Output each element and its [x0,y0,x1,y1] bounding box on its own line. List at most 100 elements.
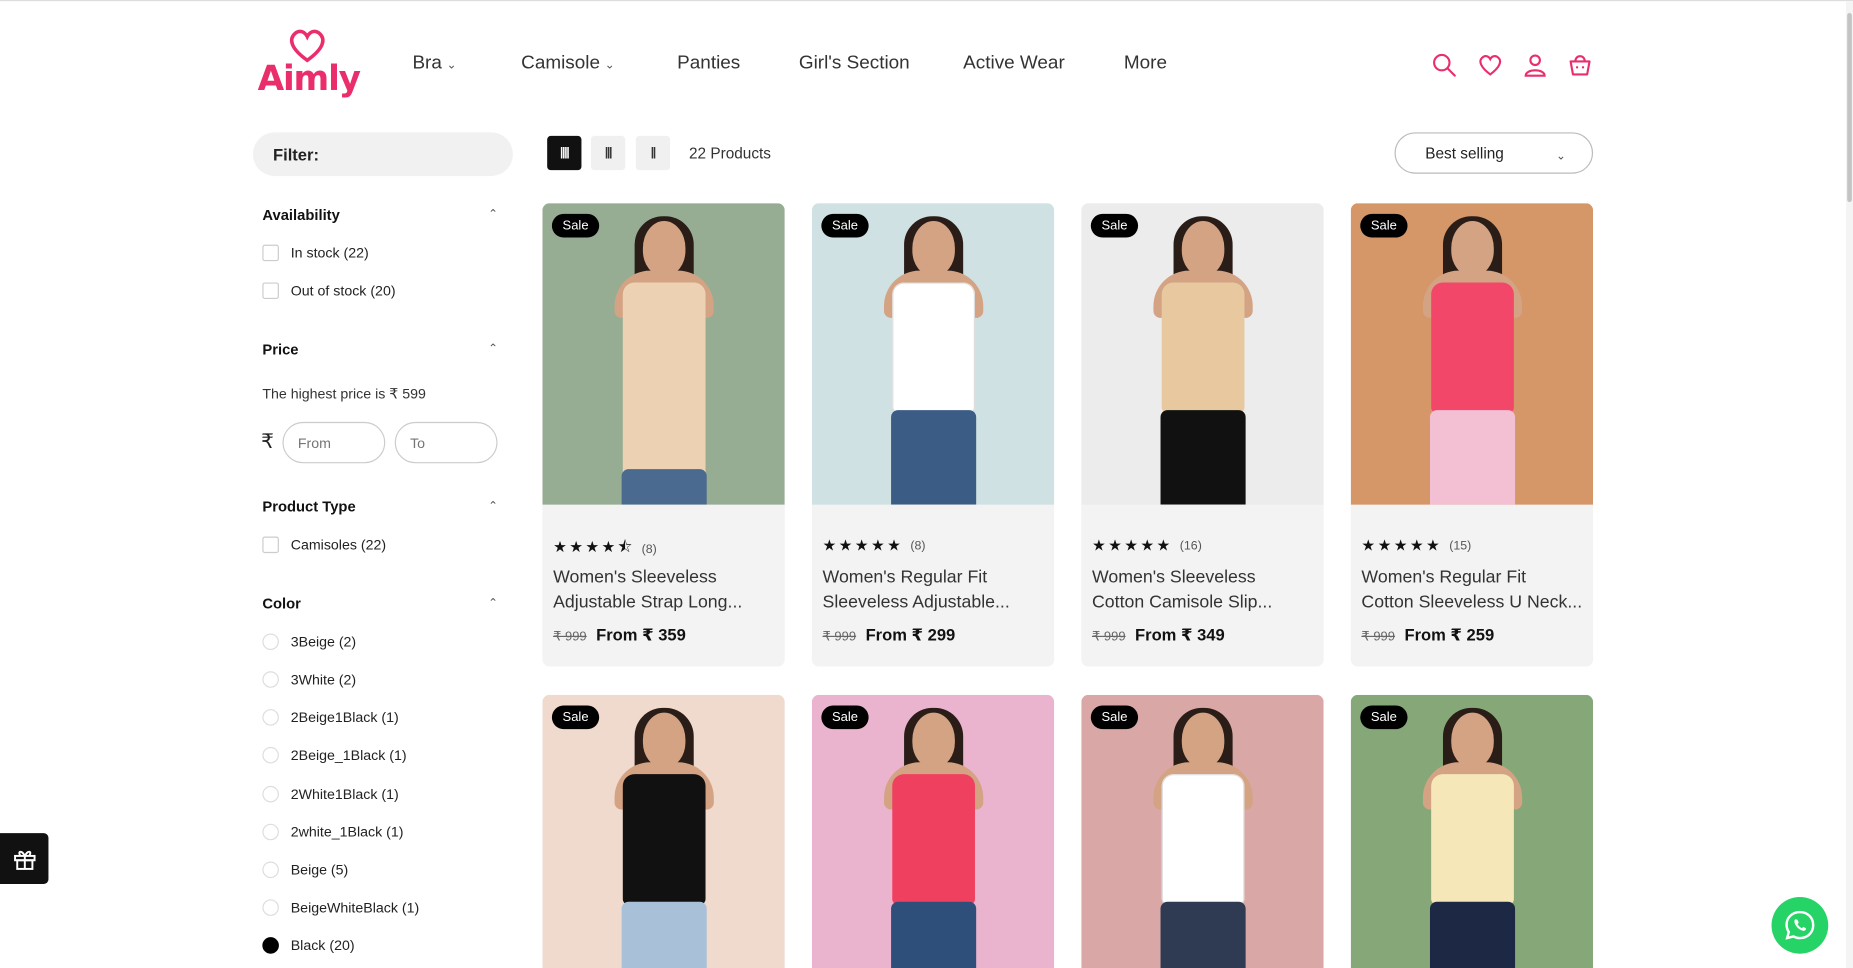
option-label: 2White1Black (1) [290,785,399,803]
review-count: (8) [910,538,926,554]
nav-item-more[interactable]: More [1124,53,1167,74]
compare-at-price: ₹ 999 [1091,629,1126,645]
color-option[interactable]: BeigeWhiteBlack (1) [262,899,419,916]
color-option[interactable]: 3White (2) [262,671,356,688]
nav-label: More [1123,53,1167,74]
grid-view-3-button[interactable]: ||| [590,135,626,171]
color-swatch[interactable] [262,633,279,650]
color-swatch[interactable] [262,709,279,726]
chevron-down-icon: ⌄ [1555,150,1566,164]
product-title[interactable]: Women's Sleeveless Cotton Camisole Slip..… [1092,565,1317,615]
product-card[interactable]: Sale [811,694,1055,968]
page-scrollbar-thumb[interactable] [1847,12,1852,203]
chevron-up-icon[interactable]: ⌃ [488,500,498,513]
color-option[interactable]: 2White1Black (1) [262,785,399,803]
facet-availability-title[interactable]: Availability [262,207,339,224]
nav-item-bra[interactable]: Bra ⌄ [412,53,456,74]
color-swatch[interactable] [262,823,279,841]
product-image[interactable]: Sale [542,203,785,505]
product-image[interactable]: Sale [811,694,1055,968]
checkbox[interactable] [262,244,279,262]
color-option[interactable]: 2white_1Black (1) [262,823,403,841]
chevron-up-icon[interactable]: ⌃ [488,597,498,610]
cart-icon[interactable] [1566,51,1594,79]
facet-color-title[interactable]: Color [262,596,301,613]
facet-price-title[interactable]: Price [262,342,298,359]
sale-price: From ₹ 299 [865,625,956,645]
color-swatch[interactable] [262,861,279,879]
model-figure [593,209,735,505]
model-figure [1401,701,1543,968]
product-card[interactable]: Sale [1350,694,1594,968]
compare-at-price: ₹ 999 [553,629,587,645]
bottom-wear [621,469,707,505]
nav-item-girls-section[interactable]: Girl's Section [799,53,910,74]
product-card[interactable]: Sale ★★★★★ (8) Women's Regular Fit Sleeveles… [811,203,1055,667]
aimly-logo[interactable]: Aimly [258,27,364,103]
star-rating-icons: ★★★★⯪ [553,537,635,556]
option-label: BeigeWhiteBlack (1) [290,899,420,916]
nav-item-active-wear[interactable]: Active Wear [963,53,1065,74]
garment [1161,774,1244,905]
color-swatch[interactable] [262,937,279,954]
chevron-up-icon[interactable]: ⌃ [488,343,498,356]
garment [622,774,705,905]
color-swatch[interactable] [262,899,279,916]
product-title[interactable]: Women's Regular Fit Sleeveless Adjustable… [823,565,1048,615]
option-label: Out of stock (20) [290,282,396,299]
whatsapp-chat-button[interactable] [1771,896,1829,954]
filter-option-in-stock[interactable]: In stock (22) [262,244,369,262]
garment [622,282,705,484]
model-head [911,220,955,276]
grid-view-4-button[interactable]: |||| [547,135,582,171]
product-price: ₹ 999 From ₹ 359 [553,625,686,645]
chevron-up-icon[interactable]: ⌃ [488,208,498,221]
product-card[interactable]: Sale ★★★★⯪ (8) Women's Sleeveless Adjustable… [542,203,785,667]
product-image[interactable]: Sale [1350,694,1594,968]
rewards-gift-button[interactable] [0,833,49,884]
product-image[interactable]: Sale [542,694,785,968]
garment [1161,282,1244,413]
product-title[interactable]: Women's Regular Fit Cotton Sleeveless U N… [1361,565,1586,615]
nav-item-camisole[interactable]: Camisole ⌄ [521,53,614,74]
price-from-input[interactable] [282,421,386,464]
color-option[interactable]: Beige (5) [262,861,348,879]
grid-view-2-button[interactable]: || [635,135,671,171]
checkbox[interactable] [262,536,279,554]
product-title[interactable]: Women's Sleeveless Adjustable Strap Long.… [553,565,778,615]
wishlist-heart-icon[interactable] [1476,51,1504,79]
bottom-wear [1159,901,1246,968]
color-swatch[interactable] [262,746,279,764]
chevron-down-icon: ⌄ [604,58,615,72]
search-icon[interactable] [1430,51,1458,79]
color-swatch[interactable] [262,671,279,688]
account-icon[interactable] [1521,51,1549,79]
facet-product-type-title[interactable]: Product Type [262,499,355,516]
filter-option-camisoles[interactable]: Camisoles (22) [262,536,387,554]
color-option[interactable]: Black (20) [262,937,355,954]
nav-item-panties[interactable]: Panties [677,53,740,74]
review-count: (15) [1449,538,1472,554]
product-card[interactable]: Sale ★★★★★ (16) Women's Sleeveless Cotton Ca… [1081,203,1324,667]
star-rating-icons: ★★★★★ [1361,536,1443,555]
model-figure [1132,209,1274,505]
checkbox[interactable] [262,282,279,299]
product-card[interactable]: Sale [1081,694,1324,968]
model-head [1450,712,1494,767]
product-image[interactable]: Sale [811,203,1055,505]
product-image[interactable]: Sale [1350,203,1594,505]
color-swatch[interactable] [262,785,279,803]
whatsapp-icon [1785,910,1815,940]
product-image[interactable]: Sale [1081,203,1324,505]
product-card[interactable]: Sale ★★★★★ (15) Women's Regular Fit Cotton S… [1350,203,1594,667]
sort-select[interactable]: Best selling ⌄ [1394,132,1594,174]
sale-badge: Sale [1090,705,1139,730]
color-option[interactable]: 3Beige (2) [262,633,356,650]
color-option[interactable]: 2Beige_1Black (1) [262,746,407,764]
option-label: Camisoles (22) [290,536,387,554]
product-card[interactable]: Sale [542,694,785,968]
filter-option-out-of-stock[interactable]: Out of stock (20) [262,282,396,299]
product-image[interactable]: Sale [1081,694,1324,968]
price-to-input[interactable] [394,421,498,464]
color-option[interactable]: 2Beige1Black (1) [262,709,399,726]
